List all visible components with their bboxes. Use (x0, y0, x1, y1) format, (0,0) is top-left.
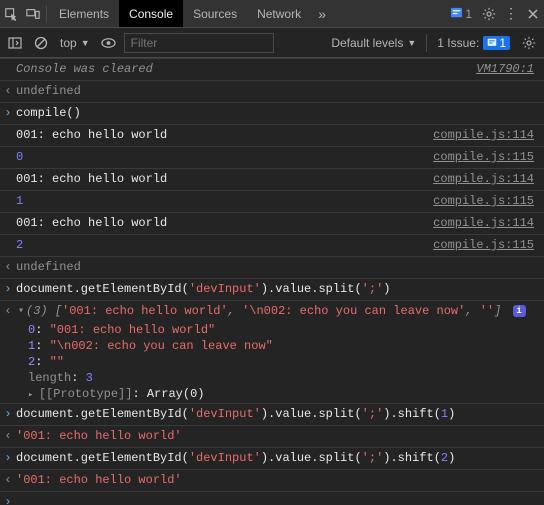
sidebar-toggle-icon[interactable] (4, 28, 26, 57)
tab-console[interactable]: Console (119, 0, 183, 27)
log-row: 001: echo hello world compile.js:114 (0, 125, 544, 147)
close-icon[interactable] (522, 0, 544, 27)
source-link[interactable]: compile.js:115 (433, 149, 544, 166)
filter-input[interactable] (124, 33, 274, 53)
issues-button[interactable]: 1 Issue: 1 (433, 36, 514, 50)
result-row: undefined (0, 257, 544, 279)
settings-icon[interactable] (478, 0, 500, 27)
prompt-arrow-icon: › (0, 495, 16, 505)
input-arrow-icon (0, 406, 16, 423)
source-link[interactable]: compile.js:115 (433, 193, 544, 210)
info-icon[interactable]: i (513, 305, 526, 317)
log-row: 0 compile.js:115 (0, 147, 544, 169)
tab-sources[interactable]: Sources (183, 0, 247, 27)
source-link[interactable]: compile.js:114 (433, 215, 544, 232)
log-row: 2 compile.js:115 (0, 235, 544, 257)
error-counter[interactable]: 1 (444, 7, 478, 21)
input-arrow-icon (0, 105, 16, 122)
result-row: undefined (0, 81, 544, 103)
source-link[interactable]: compile.js:114 (433, 127, 544, 144)
result-row: '001: echo hello world' (0, 426, 544, 448)
source-link[interactable]: VM1790:1 (476, 61, 544, 78)
console-output: Console was cleared VM1790:1 undefined c… (0, 58, 544, 505)
command-row: document.getElementById('devInput').valu… (0, 279, 544, 301)
command-row: document.getElementById('devInput').valu… (0, 448, 544, 470)
command-row: document.getElementById('devInput').valu… (0, 404, 544, 426)
inspect-icon[interactable] (0, 0, 22, 27)
source-link[interactable]: compile.js:115 (433, 237, 544, 254)
output-arrow-icon (0, 259, 16, 276)
output-arrow-icon (0, 428, 16, 445)
input-arrow-icon (0, 450, 16, 467)
output-arrow-icon (0, 472, 16, 489)
context-selector[interactable]: top ▼ (56, 36, 94, 50)
command-row: compile() (0, 103, 544, 125)
device-icon[interactable] (22, 0, 44, 27)
console-settings-icon[interactable] (518, 28, 540, 57)
log-row: 001: echo hello world compile.js:114 (0, 169, 544, 191)
source-link[interactable]: compile.js:114 (433, 171, 544, 188)
tab-network[interactable]: Network (247, 0, 311, 27)
live-expression-icon[interactable] (98, 28, 120, 57)
log-levels-selector[interactable]: Default levels ▼ (327, 36, 420, 50)
result-row[interactable]: (3) ['001: echo hello world', '\n002: ec… (0, 301, 544, 322)
log-row: 1 compile.js:115 (0, 191, 544, 213)
expand-icon[interactable]: ▸ (28, 390, 39, 400)
input-arrow-icon (0, 281, 16, 298)
output-arrow-icon (0, 83, 16, 100)
kebab-icon[interactable]: ⋮ (500, 0, 522, 27)
prompt-row[interactable]: › (0, 492, 544, 505)
error-count: 1 (465, 7, 472, 21)
clear-console-icon[interactable] (30, 28, 52, 57)
log-row: 001: echo hello world compile.js:114 (0, 213, 544, 235)
expanded-object: 0: "001: echo hello world" 1: "\n002: ec… (0, 322, 544, 404)
console-cleared-row: Console was cleared VM1790:1 (0, 58, 544, 81)
result-row: '001: echo hello world' (0, 470, 544, 492)
more-tabs-icon[interactable]: » (311, 0, 333, 27)
expand-icon[interactable] (16, 303, 26, 320)
tab-elements[interactable]: Elements (49, 0, 119, 27)
output-arrow-icon (0, 303, 16, 320)
